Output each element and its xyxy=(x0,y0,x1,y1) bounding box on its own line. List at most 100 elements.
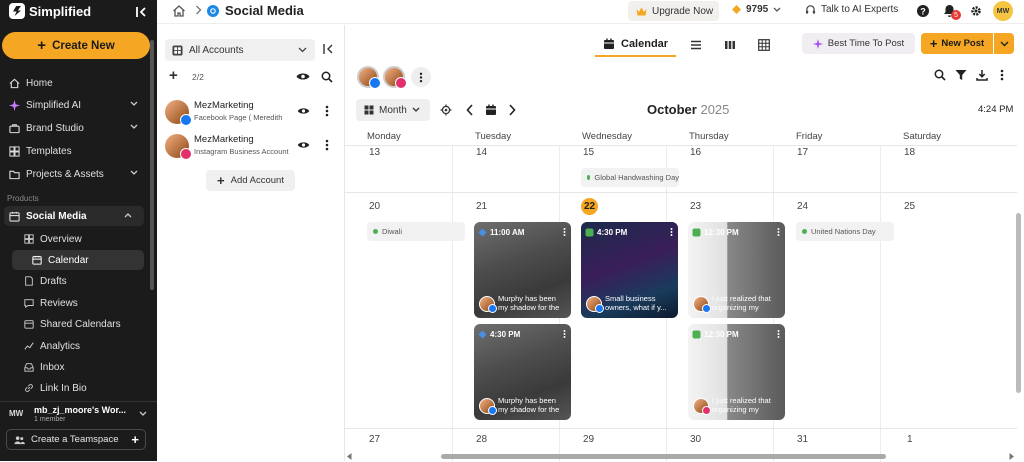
search-icon[interactable] xyxy=(321,71,333,83)
more-vertical-icon[interactable] xyxy=(411,67,431,87)
day-number[interactable]: 13 xyxy=(369,147,380,158)
list-view-icon[interactable] xyxy=(690,40,702,50)
scheduled-post[interactable]: 4:30 PM Murphy has been my shadow for th… xyxy=(474,324,571,420)
nav-inbox[interactable]: Inbox xyxy=(0,357,150,377)
nav-link-in-bio[interactable]: Link In Bio xyxy=(0,378,150,398)
new-post-dropdown[interactable] xyxy=(994,33,1014,54)
day-number[interactable]: 28 xyxy=(476,434,487,445)
day-number[interactable]: 14 xyxy=(476,147,487,158)
nav-social-media[interactable]: Social Media xyxy=(4,206,144,226)
month-view-select[interactable]: Month xyxy=(356,99,430,121)
day-number[interactable]: 21 xyxy=(476,201,487,212)
account-row[interactable]: MezMarketing Instagram Business Account xyxy=(165,132,340,162)
download-icon[interactable] xyxy=(976,69,988,81)
nav-drafts[interactable]: Drafts xyxy=(0,271,150,291)
holiday-event[interactable]: Diwali xyxy=(367,222,465,241)
holiday-event[interactable]: United Nations Day xyxy=(796,222,894,241)
new-post-button[interactable]: + New Post xyxy=(921,33,993,54)
holiday-event[interactable]: Global Handwashing Day xyxy=(581,168,679,187)
more-vertical-icon[interactable] xyxy=(777,227,780,237)
add-account-button[interactable]: + Add Account xyxy=(206,170,295,191)
day-number[interactable]: 18 xyxy=(904,147,915,158)
nav-brand-studio[interactable]: Brand Studio xyxy=(0,118,150,138)
day-number[interactable]: 20 xyxy=(369,201,380,212)
tab-calendar[interactable]: Calendar xyxy=(595,33,677,57)
scheduled-post[interactable]: 11:00 AM Murphy has been my shadow for t… xyxy=(474,222,571,318)
date-picker-icon[interactable] xyxy=(485,104,497,116)
nav-shared-calendars[interactable]: Shared Calendars xyxy=(0,314,150,334)
nav-projects-assets[interactable]: Projects & Assets xyxy=(0,164,150,184)
grid-view-icon[interactable] xyxy=(758,39,770,51)
create-new-button[interactable]: + Create New xyxy=(2,32,150,59)
more-vertical-icon[interactable] xyxy=(777,329,780,339)
scheduled-post[interactable]: 12:30 PM I just realized that organizing… xyxy=(688,222,785,318)
eye-icon[interactable] xyxy=(297,141,310,149)
day-number[interactable]: 16 xyxy=(690,147,701,158)
eye-icon[interactable] xyxy=(297,107,310,115)
day-number[interactable]: 24 xyxy=(797,201,808,212)
create-teamspace-button[interactable]: Create a Teamspace + xyxy=(6,429,146,450)
today-day-number[interactable]: 22 xyxy=(581,198,598,215)
help-icon[interactable]: ? xyxy=(916,4,930,18)
nav-calendar[interactable]: Calendar xyxy=(12,250,144,270)
nav-analytics[interactable]: Analytics xyxy=(0,336,150,356)
more-vertical-icon[interactable] xyxy=(563,227,566,237)
filter-icon[interactable] xyxy=(955,69,967,81)
day-number[interactable]: 15 xyxy=(583,147,594,158)
day-number[interactable]: 31 xyxy=(797,434,808,445)
user-avatar[interactable]: MW xyxy=(993,1,1013,21)
nav-label: Overview xyxy=(40,233,82,245)
vertical-scrollbar[interactable] xyxy=(1016,213,1021,393)
calendar-main: Calendar Best Time To Post + New Post Mo… xyxy=(345,25,1024,462)
scroll-right-icon[interactable] xyxy=(1009,453,1014,460)
scrollbar-thumb[interactable] xyxy=(441,454,886,459)
nav-label: Simplified AI xyxy=(26,99,82,111)
brand-logo[interactable]: Simplified xyxy=(9,3,91,19)
nav-templates[interactable]: Templates xyxy=(0,141,150,161)
eye-icon[interactable] xyxy=(296,72,310,81)
more-vertical-icon[interactable] xyxy=(1000,69,1004,81)
day-number[interactable]: 29 xyxy=(583,434,594,445)
nav-simplified-ai[interactable]: Simplified AI xyxy=(0,95,150,115)
previous-month-icon[interactable] xyxy=(466,104,474,116)
crown-icon xyxy=(636,7,647,16)
talk-to-ai-experts-button[interactable]: Talk to AI Experts xyxy=(805,4,898,15)
filter-account-facebook[interactable] xyxy=(357,66,381,89)
workspace-switcher[interactable]: MW mb_zj_moore's Wor... 1 member xyxy=(0,401,157,425)
scheduled-post[interactable]: 4:30 PM Small business owners, what if y… xyxy=(581,222,678,318)
horizontal-scrollbar[interactable] xyxy=(345,452,1017,460)
day-number[interactable]: 25 xyxy=(904,201,915,212)
plus-icon[interactable]: + xyxy=(169,68,178,83)
collapse-panel-icon[interactable] xyxy=(322,43,334,55)
credits-counter[interactable]: 9795 xyxy=(732,4,781,15)
account-row[interactable]: MezMarketing Facebook Page ( Meredith xyxy=(165,98,340,128)
more-vertical-icon[interactable] xyxy=(563,329,566,339)
breadcrumb-chevron-icon xyxy=(195,5,202,15)
day-number[interactable]: 17 xyxy=(797,147,808,158)
collapse-sidebar-icon[interactable] xyxy=(132,4,150,20)
account-selector[interactable]: All Accounts xyxy=(165,39,315,61)
home-icon[interactable] xyxy=(172,4,186,18)
search-icon[interactable] xyxy=(934,69,946,81)
nav-home[interactable]: Home xyxy=(0,73,150,93)
next-month-icon[interactable] xyxy=(508,104,516,116)
day-number[interactable]: 27 xyxy=(369,434,380,445)
more-vertical-icon[interactable] xyxy=(325,105,329,117)
sidebar-scrollbar[interactable] xyxy=(150,40,154,290)
nav-reviews[interactable]: Reviews xyxy=(0,293,150,313)
reviews-icon xyxy=(23,298,34,309)
day-number[interactable]: 1 xyxy=(907,434,913,445)
today-target-icon[interactable] xyxy=(440,104,452,116)
nav-overview[interactable]: Overview xyxy=(0,229,150,249)
more-vertical-icon[interactable] xyxy=(325,139,329,151)
upgrade-button[interactable]: Upgrade Now xyxy=(628,1,719,21)
scroll-left-icon[interactable] xyxy=(347,453,352,460)
gear-icon[interactable] xyxy=(970,5,982,17)
more-vertical-icon[interactable] xyxy=(670,227,673,237)
best-time-to-post-button[interactable]: Best Time To Post xyxy=(802,33,915,54)
day-number[interactable]: 23 xyxy=(690,201,701,212)
scheduled-post[interactable]: 12:30 PM I just realized that organizing… xyxy=(688,324,785,420)
columns-view-icon[interactable] xyxy=(724,40,736,50)
filter-account-instagram[interactable] xyxy=(383,66,407,89)
day-number[interactable]: 30 xyxy=(690,434,701,445)
